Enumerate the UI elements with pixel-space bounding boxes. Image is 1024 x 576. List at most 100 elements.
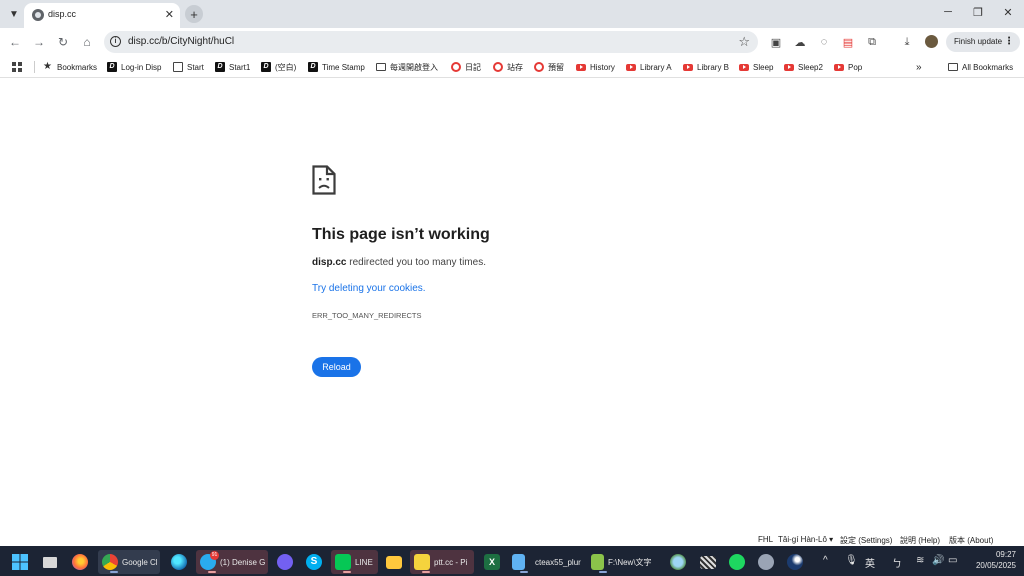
tab-close-icon[interactable]: ✕ xyxy=(165,8,174,21)
youtube-icon xyxy=(576,63,586,71)
taskbar-pcman[interactable]: ptt.cc - Pi xyxy=(410,550,474,574)
taskbar: Google Cl 91 (1) Denise G S LINE ptt.cc … xyxy=(0,546,1024,576)
minimize-icon[interactable]: ─ xyxy=(940,6,956,18)
notification-badge: 91 xyxy=(210,551,219,560)
bookmark-item[interactable]: Pop xyxy=(834,61,862,73)
youtube-icon xyxy=(739,63,749,71)
task-view-icon xyxy=(43,556,57,568)
ime-indicator[interactable]: 英 xyxy=(865,555,875,570)
tab-title: disp.cc xyxy=(48,9,77,19)
bookmark-item[interactable]: 日記 xyxy=(451,61,481,73)
extension-icon[interactable]: ▣ xyxy=(770,36,782,49)
taskbar-notepad[interactable]: cteax55_plur xyxy=(508,550,582,574)
bookmark-item[interactable]: Sleep xyxy=(739,61,773,73)
bookmark-item[interactable]: 站存 xyxy=(493,61,523,73)
ime-mode[interactable]: FHL xyxy=(758,535,773,544)
bookmark-label: Pop xyxy=(848,62,863,72)
extension-faded-icon[interactable]: ◌ xyxy=(818,36,830,48)
bookmark-item[interactable]: D (空白) xyxy=(261,61,296,73)
bookmark-item[interactable]: D Start1 xyxy=(215,61,250,73)
excel-icon: X xyxy=(484,554,500,570)
taskbar-firefox[interactable] xyxy=(68,550,92,574)
bookmark-label: (空白) xyxy=(275,62,297,72)
taskbar-excel[interactable]: X xyxy=(480,550,504,574)
tab-search-icon[interactable]: ▼ xyxy=(6,6,22,22)
ime-mode-icon[interactable]: ㄅ xyxy=(892,555,902,570)
reload-button[interactable]: Reload xyxy=(312,357,361,377)
taskbar-skype[interactable]: S xyxy=(302,550,326,574)
red-extension-icon[interactable]: ▤ xyxy=(842,36,854,49)
all-bookmarks-label: All Bookmarks xyxy=(962,62,1014,72)
taskbar-edge[interactable] xyxy=(167,550,191,574)
taskbar-file-explorer[interactable] xyxy=(382,550,406,574)
bookmark-item[interactable]: ★ Bookmarks xyxy=(43,61,97,73)
bookmark-item[interactable]: Library B xyxy=(683,61,729,73)
puzzle-icon[interactable]: ⧉ xyxy=(866,36,878,48)
bookmark-item[interactable]: 預留 xyxy=(534,61,564,73)
new-tab-button[interactable]: + xyxy=(185,5,203,23)
taskbar-viber[interactable] xyxy=(273,550,297,574)
bookmarks-bar: ★ Bookmarks D Log-in Disp Start D Start1… xyxy=(0,56,1024,78)
taskbar-editor[interactable]: F:\New\文字 xyxy=(587,550,661,574)
url-text[interactable]: disp.cc/b/CityNight/huCl xyxy=(128,36,234,47)
taskbar-app-label: LINE xyxy=(355,557,373,567)
all-bookmarks-button[interactable]: All Bookmarks xyxy=(948,61,1013,73)
start-button[interactable] xyxy=(8,550,32,574)
taskbar-line[interactable]: LINE xyxy=(331,550,378,574)
site-info-icon[interactable]: i xyxy=(110,36,121,47)
bookmark-label: Start1 xyxy=(229,62,251,72)
bookmark-item[interactable]: 每週開啟登入 xyxy=(376,61,438,73)
finish-update-button[interactable]: Finish update ⋮ xyxy=(946,32,1020,52)
system-clock[interactable]: 09:27 20/05/2025 xyxy=(968,549,1016,571)
profile-avatar[interactable] xyxy=(925,35,938,48)
close-window-icon[interactable]: ✕ xyxy=(1000,6,1016,19)
taskbar-search-app[interactable] xyxy=(666,550,690,574)
restore-icon[interactable]: ❐ xyxy=(970,6,986,19)
back-icon[interactable]: ← xyxy=(8,35,22,49)
bookmark-label: Sleep xyxy=(753,62,774,72)
taskbar-spotify[interactable] xyxy=(725,550,749,574)
tab-active[interactable]: disp.cc ✕ xyxy=(24,3,180,28)
battery-icon[interactable]: ▭ xyxy=(948,555,957,566)
disp-icon: D xyxy=(215,62,225,72)
bookmark-label: Bookmarks xyxy=(57,62,98,72)
cloud-download-icon[interactable]: ☁ xyxy=(794,36,806,49)
skype-icon: S xyxy=(306,554,322,570)
bookmark-label: Library B xyxy=(697,62,730,72)
taskbar-clapper[interactable] xyxy=(696,550,720,574)
microphone-icon[interactable]: 🎙 xyxy=(845,555,858,566)
ime-language-select[interactable]: Tâi-gí Hàn-Lô ▾ xyxy=(778,535,833,544)
bookmark-item[interactable]: D Log-in Disp xyxy=(107,61,161,73)
disp-icon: D xyxy=(261,62,271,72)
error-host: disp.cc xyxy=(312,257,347,268)
ime-settings-button[interactable]: 設定 (Settings) xyxy=(840,535,892,546)
wifi-icon[interactable]: ≋ xyxy=(916,555,924,566)
bookmark-item[interactable]: D Time Stamp xyxy=(308,61,365,73)
taskbar-chrome[interactable]: Google Cl xyxy=(98,550,160,574)
bookmark-item[interactable]: Start xyxy=(173,61,204,73)
address-bar[interactable]: i disp.cc/b/CityNight/huCl ☆ xyxy=(104,31,758,53)
delete-cookies-link[interactable]: Try deleting your cookies xyxy=(312,283,423,294)
bookmark-item[interactable]: History xyxy=(576,61,615,73)
taskbar-app-label: Google Cl xyxy=(122,557,158,567)
bookmark-label: 站存 xyxy=(507,62,523,72)
taskbar-telegram[interactable]: 91 (1) Denise G xyxy=(196,550,268,574)
more-bookmarks-icon[interactable]: » xyxy=(916,61,922,73)
ime-about-button[interactable]: 版本 (About) xyxy=(949,535,993,546)
reload-icon[interactable]: ↻ xyxy=(56,35,70,49)
download-icon[interactable]: ⤓ xyxy=(901,36,913,48)
notepad-icon xyxy=(512,554,528,573)
ime-help-button[interactable]: 說明 (Help) xyxy=(900,535,940,546)
volume-icon[interactable]: 🔊 xyxy=(932,555,944,566)
taskbar-settings[interactable] xyxy=(754,550,778,574)
bookmark-item[interactable]: Library A xyxy=(626,61,672,73)
bookmark-label: Log-in Disp xyxy=(121,62,162,72)
task-view-button[interactable] xyxy=(39,550,61,574)
taskbar-steam[interactable] xyxy=(783,550,807,574)
chevron-up-icon[interactable]: ^ xyxy=(823,555,828,566)
apps-icon[interactable] xyxy=(12,61,26,73)
forward-icon[interactable]: → xyxy=(32,35,46,49)
bookmark-star-icon[interactable]: ☆ xyxy=(738,34,750,50)
bookmark-item[interactable]: Sleep2 xyxy=(784,61,823,73)
home-icon[interactable]: ⌂ xyxy=(80,35,94,49)
